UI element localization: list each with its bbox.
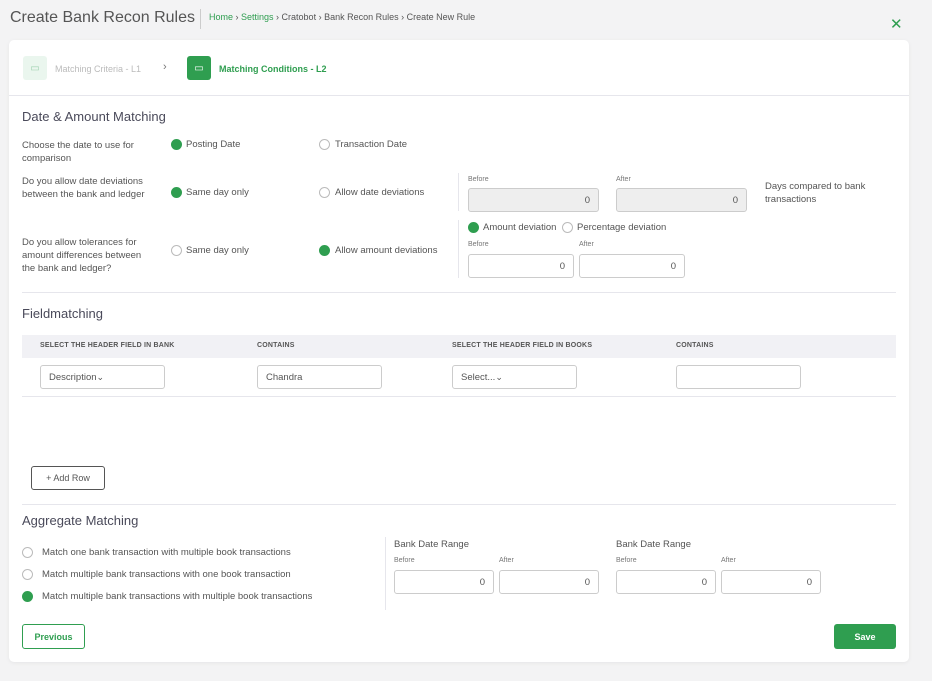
column-header-books-field: SELECT THE HEADER FIELD IN BOOKS [452, 342, 593, 349]
q2-label: Do you allow date deviations between the… [22, 176, 145, 200]
bank-field-value: Description [49, 371, 97, 383]
step-2-label[interactable]: Matching Conditions - L2 [219, 64, 327, 74]
aggregate-option-2-label: Match multiple bank transactions with on… [42, 569, 291, 580]
column-header-bank-contains: CONTAINS [257, 342, 295, 349]
previous-button[interactable]: Previous [22, 624, 85, 649]
range-1-after-label: After [499, 557, 514, 564]
section-title-date-amount: Date & Amount Matching [22, 109, 166, 124]
transaction-date-radio[interactable] [319, 139, 330, 150]
q3-label: Do you allow tolerances for amount diffe… [22, 237, 142, 274]
chevron-right-icon: › [163, 61, 167, 73]
allow-date-deviations-radio[interactable] [319, 187, 330, 198]
range-1-before-label: Before [394, 557, 415, 564]
section-title-fieldmatching: Fieldmatching [22, 306, 103, 321]
chevron-down-icon: ⌄ [96, 371, 105, 382]
posting-date-label: Posting Date [186, 139, 241, 150]
range-2-after-input[interactable]: 0 [721, 570, 821, 594]
amount-deviation-radio[interactable] [468, 222, 479, 233]
same-day-only-label: Same day only [186, 187, 249, 198]
range-1-before-input[interactable]: 0 [394, 570, 494, 594]
amount-deviation-label: Amount deviation [483, 222, 557, 233]
step-1-label[interactable]: Matching Criteria - L1 [55, 64, 141, 74]
amount-same-day-radio[interactable] [171, 245, 182, 256]
breadcrumb-settings[interactable]: Settings [241, 12, 274, 22]
breadcrumb-create-new-rule: Create New Rule [406, 12, 476, 22]
breadcrumb-bank-recon-rules[interactable]: Bank Recon Rules [324, 12, 399, 22]
range-2-label: Bank Date Range [616, 539, 691, 550]
column-header-bank-field: SELECT THE HEADER FIELD IN BANK [40, 342, 175, 349]
books-field-select[interactable]: Select... ⌄ [452, 365, 577, 389]
date-after-label: After [616, 176, 631, 183]
transaction-date-label: Transaction Date [335, 139, 407, 150]
column-header-books-contains: CONTAINS [676, 342, 714, 349]
amount-after-label: After [579, 241, 594, 248]
close-icon[interactable]: ✕ [890, 15, 903, 33]
allow-amount-deviations-label: Allow amount deviations [335, 245, 438, 256]
percentage-deviation-radio[interactable] [562, 222, 573, 233]
save-button[interactable]: Save [834, 624, 896, 649]
divider [200, 9, 201, 29]
allow-amount-deviations-radio[interactable] [319, 245, 330, 256]
range-2-before-label: Before [616, 557, 637, 564]
range-1-label: Bank Date Range [394, 539, 469, 550]
range-1-after-input[interactable]: 0 [499, 570, 599, 594]
aggregate-option-1-label: Match one bank transaction with multiple… [42, 547, 291, 558]
posting-date-radio[interactable] [171, 139, 182, 150]
days-note: Days compared to bank transactions [765, 181, 866, 205]
amount-before-label: Before [468, 241, 489, 248]
date-after-input[interactable]: 0 [616, 188, 747, 212]
date-before-input[interactable]: 0 [468, 188, 599, 212]
amount-same-day-label: Same day only [186, 245, 249, 256]
aggregate-option-3-radio[interactable] [22, 591, 33, 602]
range-2-after-label: After [721, 557, 736, 564]
amount-before-input[interactable]: 0 [468, 254, 574, 278]
same-day-only-radio[interactable] [171, 187, 182, 198]
chevron-down-icon: ⌄ [495, 371, 503, 382]
percentage-deviation-label: Percentage deviation [577, 222, 667, 233]
books-contains-input[interactable] [676, 365, 801, 389]
add-row-button[interactable]: + Add Row [31, 466, 105, 490]
bank-field-select[interactable]: Description ⌄ [40, 365, 165, 389]
breadcrumb-cratobot[interactable]: Cratobot [282, 12, 317, 22]
allow-date-deviations-label: Allow date deviations [335, 187, 425, 198]
step-2-icon[interactable]: ▭ [187, 56, 211, 80]
page-title: Create Bank Recon Rules [10, 9, 195, 26]
aggregate-option-1-radio[interactable] [22, 547, 33, 558]
bank-contains-input[interactable]: Chandra [257, 365, 382, 389]
aggregate-option-3-label: Match multiple bank transactions with mu… [42, 591, 313, 602]
breadcrumb-home[interactable]: Home [209, 12, 233, 22]
q1-label: Choose the date to use for comparison [22, 140, 134, 164]
section-title-aggregate: Aggregate Matching [22, 513, 139, 528]
breadcrumb: Home › Settings › Cratobot › Bank Recon … [209, 12, 476, 22]
date-before-label: Before [468, 176, 489, 183]
range-2-before-input[interactable]: 0 [616, 570, 716, 594]
books-field-value: Select... [461, 371, 496, 383]
step-1-icon[interactable]: ▭ [23, 56, 47, 80]
amount-after-input[interactable]: 0 [579, 254, 685, 278]
aggregate-option-2-radio[interactable] [22, 569, 33, 580]
